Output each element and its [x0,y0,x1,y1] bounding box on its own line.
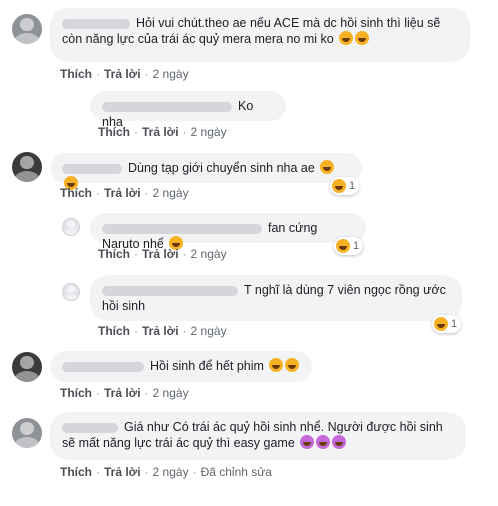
comment-text: Hồi sinh để hết phim [150,359,264,373]
author-name[interactable] [62,422,118,433]
star-struck-emoji-icon [316,435,331,449]
smile-emoji-icon [320,160,335,174]
avatar[interactable] [12,418,42,448]
reply-link[interactable]: Trả lời [104,386,141,400]
avatar[interactable] [12,352,42,382]
star-struck-emoji-icon [332,435,347,449]
avatar[interactable] [12,152,42,182]
reply-link[interactable]: Trả lời [104,465,141,479]
like-link[interactable]: Thích [60,386,92,400]
timestamp[interactable]: 2 ngày [153,465,189,479]
haha-reaction-icon [336,239,350,253]
reaction-count: 1 [451,318,458,330]
laugh-emoji-icon [269,358,284,372]
like-link[interactable]: Thích [60,465,92,479]
reply-link[interactable]: Trả lời [142,247,179,261]
reply-link[interactable]: Trả lời [142,324,179,338]
grin-emoji-icon [355,31,370,45]
like-link[interactable]: Thích [60,186,92,200]
timestamp[interactable]: 2 ngày [191,247,227,261]
comment-text: Dùng tạp giới chuyển sinh nha ae [128,161,315,175]
comment-bubble: Hồi sinh để hết phim [50,351,312,382]
avatar[interactable] [62,218,80,236]
author-name[interactable] [102,101,232,112]
like-link[interactable]: Thích [98,125,130,139]
timestamp[interactable]: 2 ngày [153,386,189,400]
edited-label[interactable]: Đã chỉnh sửa [201,465,272,479]
author-name[interactable] [102,285,238,296]
avatar[interactable] [62,283,80,301]
reply-link[interactable]: Trả lời [104,186,141,200]
author-name[interactable] [62,361,144,372]
reaction-count: 1 [353,240,360,252]
like-link[interactable]: Thích [98,324,130,338]
star-struck-emoji-icon [300,435,315,449]
comment-bubble: fan cứng Naruto nhể [90,213,366,251]
timestamp[interactable]: 2 ngày [153,186,189,200]
comment-bubble: Ko nha [90,91,286,129]
timestamp[interactable]: 2 ngày [191,125,227,139]
author-name[interactable] [62,18,130,29]
laugh-emoji-icon [285,358,300,372]
avatar[interactable] [12,14,42,44]
grin-emoji-icon [339,31,354,45]
timestamp[interactable]: 2 ngày [191,324,227,338]
reaction-badge[interactable]: 1 [330,177,360,195]
reaction-badge[interactable]: 1 [432,315,462,333]
comment-bubble: T nghĩ là dùng 7 viên ngọc rồng ước hồi … [90,275,462,321]
author-name[interactable] [102,223,262,234]
timestamp[interactable]: 2 ngày [153,67,189,81]
haha-reaction-icon [332,179,346,193]
reaction-badge[interactable]: 1 [334,237,364,255]
reply-link[interactable]: Trả lời [142,125,179,139]
comment-bubble: Dùng tạp giới chuyển sinh nha ae [50,153,362,190]
author-name[interactable] [62,163,122,174]
like-link[interactable]: Thích [60,67,92,81]
like-link[interactable]: Thích [98,247,130,261]
reaction-count: 1 [349,180,356,192]
comment-bubble: Hỏi vui chút.theo ae nếu ACE mà dc hồi s… [50,8,470,62]
comment-bubble: Giá như Có trái ác quỷ hồi sinh nhể. Ngư… [50,412,466,460]
reply-link[interactable]: Trả lời [104,67,141,81]
haha-reaction-icon [434,317,448,331]
comment-text: Giá như Có trái ác quỷ hồi sinh nhể. Ngư… [62,420,443,450]
